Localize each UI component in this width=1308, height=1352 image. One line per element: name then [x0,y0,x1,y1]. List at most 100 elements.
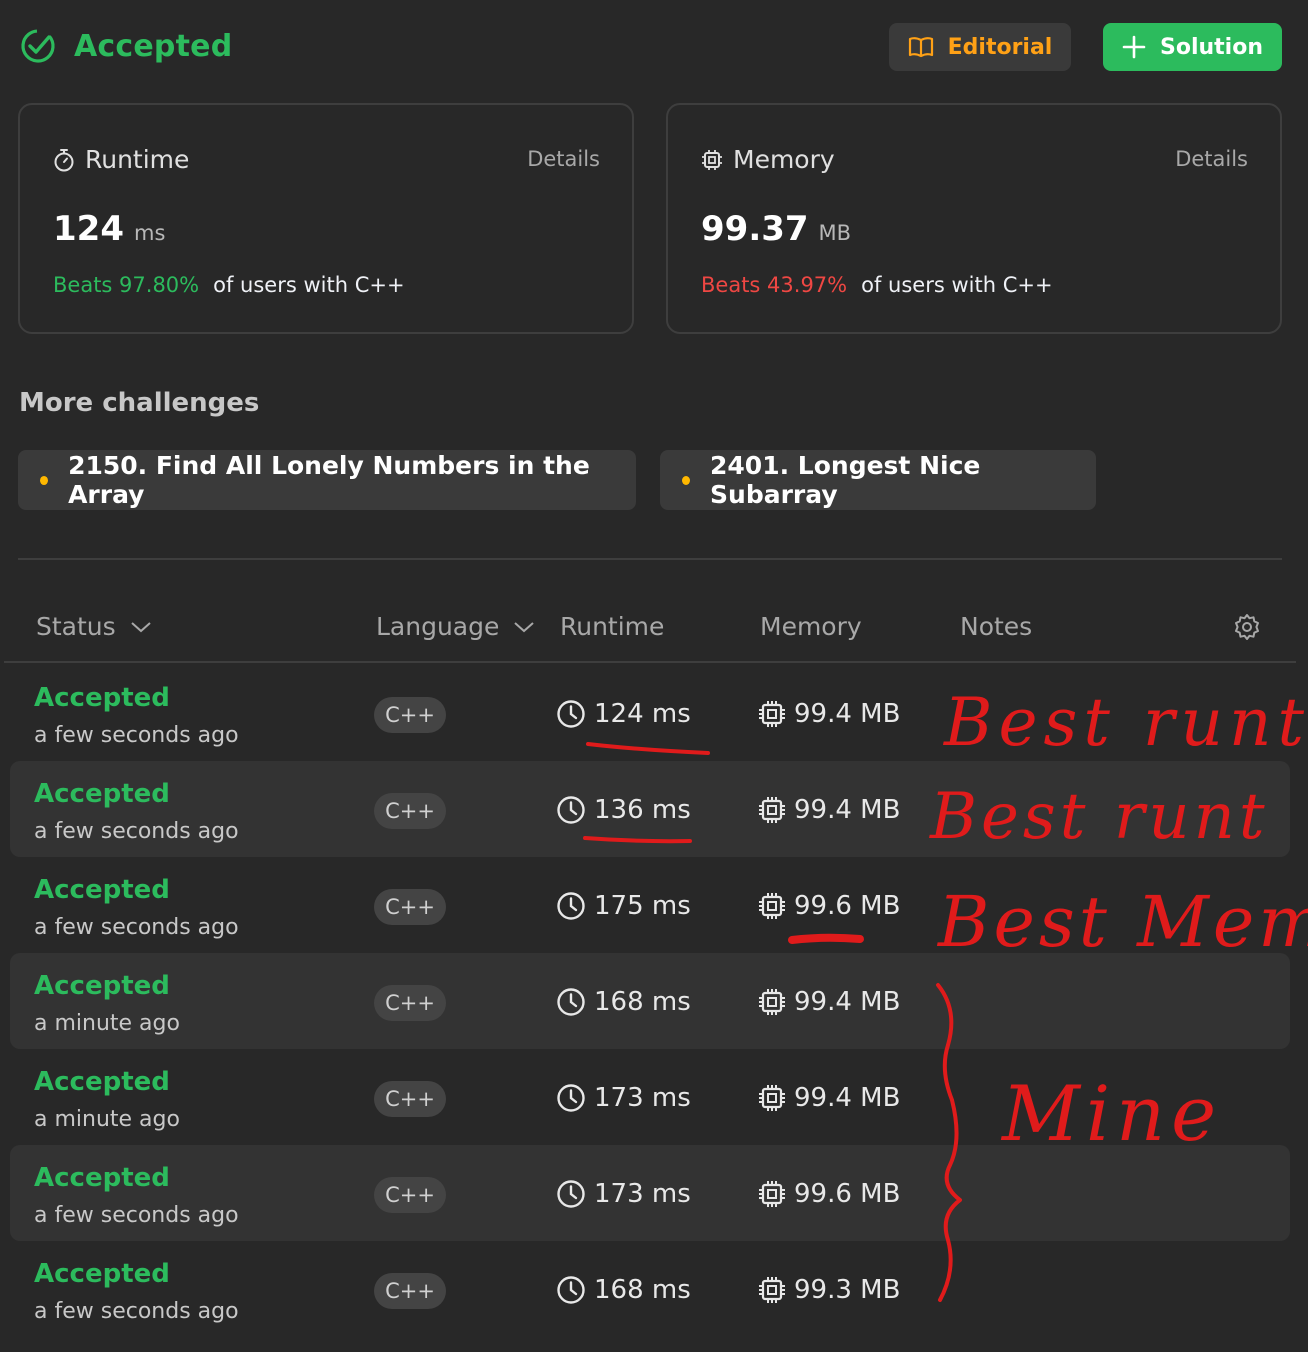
row-language-badge: C++ [374,889,446,925]
language-header-label: Language [376,612,500,641]
row-status[interactable]: Accepted [34,1163,170,1193]
row-runtime: 175 ms [556,891,691,921]
row-language-badge: C++ [374,985,446,1021]
row-status[interactable]: Accepted [34,683,170,713]
table-row[interactable]: Accepted a few seconds ago C++ 124 ms 99.4 M… [10,665,1290,761]
book-icon [908,37,933,58]
memory-label: Memory [733,145,835,174]
row-memory: 99.4 MB [758,795,900,825]
clock-icon [557,892,585,920]
runtime-beats-percent: Beats 97.80% [53,273,200,297]
runtime-label: Runtime [85,145,190,174]
table-row[interactable]: Accepted a few seconds ago C++ 173 ms 99.6 M… [10,1145,1290,1241]
stopwatch-icon [54,148,74,171]
row-memory: 99.4 MB [758,1083,900,1113]
row-runtime-value: 168 ms [594,1275,691,1305]
row-status[interactable]: Accepted [34,875,170,905]
memory-beats: Beats 43.97% of users with C++ [701,273,1053,297]
row-runtime: 173 ms [556,1083,691,1113]
status-filter[interactable]: Status [36,612,152,641]
row-language-badge: C++ [374,1081,446,1117]
row-runtime-value: 168 ms [594,987,691,1017]
row-status[interactable]: Accepted [34,1259,170,1289]
plus-icon [1122,35,1146,59]
solution-button[interactable]: Solution [1103,23,1282,71]
table-row[interactable]: Accepted a few seconds ago C++ 168 ms 99.3 M… [10,1241,1290,1337]
chip-icon [759,893,785,919]
challenge-chip[interactable]: 2401. Longest Nice Subarray [660,450,1096,510]
row-time: a few seconds ago [34,1203,239,1228]
runtime-value: 124 ms [53,209,165,249]
clock-icon [557,1180,585,1208]
memory-unit: MB [818,221,852,245]
chip-icon [759,1181,785,1207]
status-title: Accepted [74,28,233,64]
row-time: a minute ago [34,1011,180,1036]
row-memory: 99.6 MB [758,1179,900,1209]
status-header-label: Status [36,612,116,641]
runtime-unit: ms [133,221,166,245]
row-language-badge: C++ [374,793,446,829]
runtime-number: 124 [53,209,124,249]
table-header-divider [4,661,1296,663]
row-memory-value: 99.4 MB [794,795,901,825]
row-runtime-value: 124 ms [594,699,691,729]
clock-icon [557,1276,585,1304]
row-language-badge: C++ [374,1273,446,1309]
row-status[interactable]: Accepted [34,1067,170,1097]
row-memory: 99.4 MB [758,699,900,729]
table-settings-button[interactable] [1233,613,1261,645]
clock-icon [557,796,585,824]
row-status[interactable]: Accepted [34,971,170,1001]
runtime-beats-text: of users with C++ [213,273,405,297]
runtime-details-link[interactable]: Details [527,147,600,171]
row-runtime: 173 ms [556,1179,691,1209]
chip-icon [759,989,785,1015]
row-language-badge: C++ [374,1177,446,1213]
memory-details-link[interactable]: Details [1175,147,1248,171]
row-runtime-value: 136 ms [594,795,691,825]
chip-icon [702,149,722,170]
clock-icon [557,700,585,728]
difficulty-dot-icon [40,475,49,485]
table-row[interactable]: Accepted a minute ago C++ 168 ms 99.4 MB [10,953,1290,1049]
runtime-beats: Beats 97.80% of users with C++ [53,273,405,297]
row-time: a few seconds ago [34,915,239,940]
language-filter[interactable]: Language [376,612,535,641]
table-row[interactable]: Accepted a minute ago C++ 173 ms 99.4 MB [10,1049,1290,1145]
runtime-header: Runtime [560,612,665,641]
row-memory: 99.6 MB [758,891,900,921]
challenge-chip[interactable]: 2150. Find All Lonely Numbers in the Arr… [18,450,636,510]
row-time: a few seconds ago [34,723,239,748]
row-memory-value: 99.4 MB [794,987,901,1017]
row-memory-value: 99.6 MB [794,891,901,921]
row-runtime-value: 173 ms [594,1083,691,1113]
notes-header: Notes [960,612,1033,641]
chip-icon [759,1085,785,1111]
memory-header: Memory [760,612,862,641]
challenge-label: 2150. Find All Lonely Numbers in the Arr… [68,451,590,509]
chip-icon [759,797,785,823]
memory-card-label: Memory [701,145,835,174]
row-status[interactable]: Accepted [34,779,170,809]
memory-number: 99.37 [701,209,809,249]
row-language-badge: C++ [374,697,446,733]
row-memory-value: 99.3 MB [794,1275,901,1305]
runtime-card-label: Runtime [53,145,189,174]
submission-status: Accepted [20,28,232,64]
clock-icon [557,1084,585,1112]
row-memory: 99.4 MB [758,987,900,1017]
memory-beats-text: of users with C++ [861,273,1053,297]
row-memory-value: 99.4 MB [794,1083,901,1113]
challenge-label: 2401. Longest Nice Subarray [710,451,981,509]
row-time: a few seconds ago [34,1299,239,1324]
row-runtime: 136 ms [556,795,691,825]
memory-beats-percent: Beats 43.97% [701,273,848,297]
table-row[interactable]: Accepted a few seconds ago C++ 136 ms 99.4 M… [10,761,1290,857]
table-row[interactable]: Accepted a few seconds ago C++ 175 ms 99.6 M… [10,857,1290,953]
editorial-button[interactable]: Editorial [889,23,1071,71]
memory-card[interactable]: Memory Details 99.37 MB Beats 43.97% of … [666,103,1282,334]
runtime-card[interactable]: Runtime Details 124 ms Beats 97.80% of u… [18,103,634,334]
row-runtime: 168 ms [556,987,691,1017]
chip-icon [759,701,785,727]
